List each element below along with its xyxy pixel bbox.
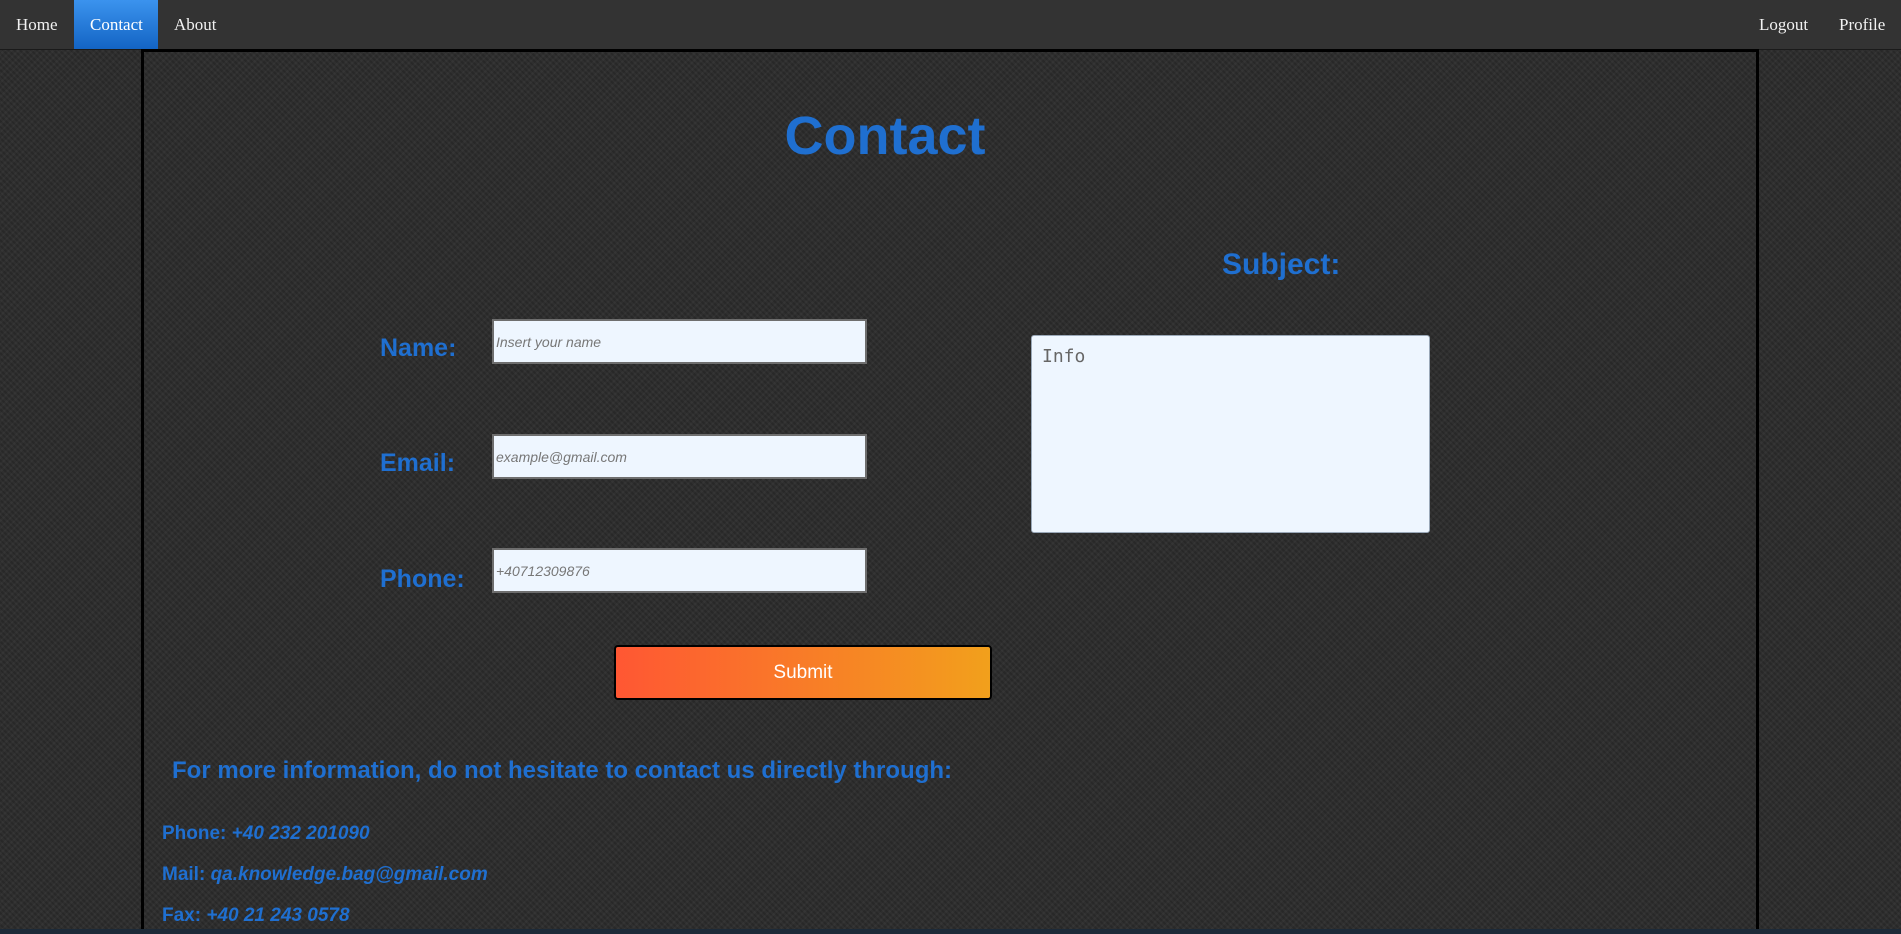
contact-info-heading: For more information, do not hesitate to…	[172, 757, 953, 784]
contact-phone-label: Phone:	[162, 823, 227, 844]
content-panel	[141, 49, 1759, 934]
nav-profile-link[interactable]: Profile	[1823, 0, 1901, 49]
bottom-scroll-strip	[0, 929, 1901, 934]
contact-mail-line: Mail: qa.knowledge.bag@gmail.com	[162, 864, 488, 886]
contact-fax-label: Fax:	[162, 905, 202, 926]
subject-label: Subject:	[1222, 248, 1341, 281]
contact-mail-label: Mail:	[162, 864, 206, 885]
contact-fax-line: Fax: +40 21 243 0578	[162, 905, 350, 927]
subject-textarea[interactable]	[1031, 335, 1430, 533]
email-input[interactable]	[492, 434, 867, 479]
nav-home-link[interactable]: Home	[0, 0, 74, 49]
name-input[interactable]	[492, 319, 867, 364]
nav-logout-link[interactable]: Logout	[1743, 0, 1824, 49]
name-label: Name:	[380, 334, 457, 362]
contact-fax-value: +40 21 243 0578	[206, 905, 350, 926]
top-navbar: Home Contact About Logout Profile	[0, 0, 1901, 50]
phone-input[interactable]	[492, 548, 867, 593]
nav-contact-link[interactable]: Contact	[74, 0, 158, 49]
contact-mail-value: qa.knowledge.bag@gmail.com	[210, 864, 488, 885]
email-label: Email:	[380, 449, 456, 477]
phone-label: Phone:	[380, 565, 465, 593]
page-title: Contact	[784, 106, 986, 166]
submit-button[interactable]: Submit	[614, 645, 992, 700]
nav-about-link[interactable]: About	[158, 0, 233, 49]
contact-phone-value: +40 232 201090	[231, 823, 370, 844]
contact-phone-line: Phone: +40 232 201090	[162, 823, 370, 845]
